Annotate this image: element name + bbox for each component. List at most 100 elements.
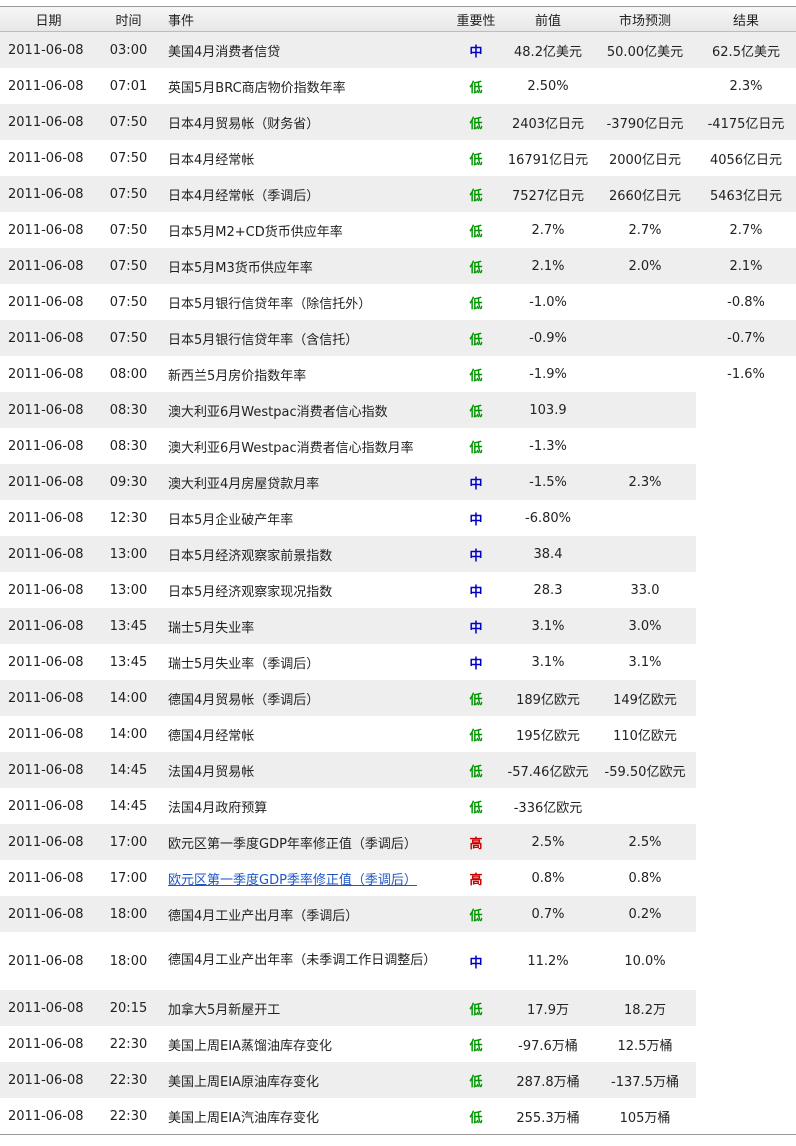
cell-date: 2011-06-08 [0, 1062, 97, 1098]
cell-date: 2011-06-08 [0, 140, 97, 176]
cell-previous: 2.1% [502, 248, 594, 284]
cell-time: 13:45 [97, 644, 160, 680]
cell-event: 日本4月经常帐 [160, 140, 450, 176]
cell-forecast [594, 68, 696, 104]
cell-date: 2011-06-08 [0, 68, 97, 104]
cell-forecast: 0.2% [594, 896, 696, 932]
cell-result [696, 788, 796, 824]
cell-time: 12:30 [97, 500, 160, 536]
cell-forecast: 2000亿日元 [594, 140, 696, 176]
cell-date: 2011-06-08 [0, 752, 97, 788]
cell-previous: 2.5% [502, 824, 594, 860]
cell-importance: 中 [450, 500, 502, 536]
cell-previous: 28.3 [502, 572, 594, 608]
cell-event: 德国4月工业产出年率（未季调工作日调整后） [160, 932, 450, 990]
cell-forecast [594, 788, 696, 824]
cell-date: 2011-06-08 [0, 31, 97, 68]
cell-event: 日本5月经济观察家现况指数 [160, 572, 450, 608]
cell-importance: 高 [450, 860, 502, 896]
cell-result: 4056亿日元 [696, 140, 796, 176]
table-row: 2011-06-08 03:00 美国4月消费者信贷中 48.2亿美元 50.00亿美元… [0, 31, 796, 68]
cell-event: 法国4月政府预算 [160, 788, 450, 824]
cell-time: 07:50 [97, 248, 160, 284]
cell-time: 07:50 [97, 320, 160, 356]
cell-date: 2011-06-08 [0, 392, 97, 428]
cell-previous: -6.80% [502, 500, 594, 536]
cell-event: 日本5月M2+CD货币供应年率 [160, 212, 450, 248]
cell-previous: -57.46亿欧元 [502, 752, 594, 788]
cell-previous: 11.2% [502, 932, 594, 990]
table-row: 2011-06-08 22:30 美国上周EIA蒸馏油库存变化低 -97.6万桶 12.… [0, 1026, 796, 1062]
cell-time: 22:30 [97, 1062, 160, 1098]
cell-date: 2011-06-08 [0, 932, 97, 990]
cell-previous: 255.3万桶 [502, 1098, 594, 1134]
cell-result: -0.8% [696, 284, 796, 320]
table-body: 2011-06-08 03:00 美国4月消费者信贷中 48.2亿美元 50.00亿美元… [0, 31, 796, 1134]
cell-forecast: 2660亿日元 [594, 176, 696, 212]
cell-time: 18:00 [97, 932, 160, 990]
cell-previous: -1.3% [502, 428, 594, 464]
table-row: 2011-06-08 07:50 日本5月银行信贷年率（含信托）低 -0.9% -0.7… [0, 320, 796, 356]
cell-time: 14:45 [97, 752, 160, 788]
cell-time: 07:50 [97, 212, 160, 248]
cell-result: 2.3% [696, 68, 796, 104]
cell-event: 新西兰5月房价指数年率 [160, 356, 450, 392]
table-row: 2011-06-08 07:50 日本4月经常帐（季调后）低 7527亿日元 2660亿… [0, 176, 796, 212]
table-row: 2011-06-08 14:00 德国4月经常帐低 195亿欧元 110亿欧元 [0, 716, 796, 752]
cell-event: 美国上周EIA蒸馏油库存变化 [160, 1026, 450, 1062]
table-row: 2011-06-08 07:50 日本4月贸易帐（财务省）低 2403亿日元 -3790… [0, 104, 796, 140]
cell-importance: 低 [450, 1098, 502, 1134]
cell-event: 德国4月经常帐 [160, 716, 450, 752]
cell-event: 美国上周EIA汽油库存变化 [160, 1098, 450, 1134]
cell-result [696, 1062, 796, 1098]
cell-previous: 48.2亿美元 [502, 31, 594, 68]
cell-forecast: -3790亿日元 [594, 104, 696, 140]
event-link[interactable]: 欧元区第一季度GDP季率修正值（季调后） [168, 873, 417, 888]
table-row: 2011-06-08 14:45 法国4月贸易帐低 -57.46亿欧元 -59.50亿欧… [0, 752, 796, 788]
cell-time: 14:00 [97, 680, 160, 716]
cell-date: 2011-06-08 [0, 788, 97, 824]
cell-date: 2011-06-08 [0, 212, 97, 248]
cell-importance: 低 [450, 248, 502, 284]
cell-event: 美国上周EIA原油库存变化 [160, 1062, 450, 1098]
cell-result [696, 608, 796, 644]
cell-previous: 0.8% [502, 860, 594, 896]
cell-previous: 16791亿日元 [502, 140, 594, 176]
cell-event: 日本5月经济观察家前景指数 [160, 536, 450, 572]
cell-importance: 低 [450, 104, 502, 140]
cell-time: 07:50 [97, 104, 160, 140]
cell-forecast [594, 284, 696, 320]
cell-previous: 195亿欧元 [502, 716, 594, 752]
calendar-container: 日期 时间 事件 重要性 前值 市场预测 结果 2011-06-08 03:00 美… [0, 0, 796, 1135]
cell-previous: 7527亿日元 [502, 176, 594, 212]
cell-date: 2011-06-08 [0, 824, 97, 860]
cell-previous: 3.1% [502, 608, 594, 644]
cell-forecast: 149亿欧元 [594, 680, 696, 716]
cell-result [696, 1026, 796, 1062]
cell-time: 08:30 [97, 392, 160, 428]
table-row: 2011-06-08 13:00 日本5月经济观察家现况指数中 28.3 33.0 [0, 572, 796, 608]
cell-time: 07:50 [97, 140, 160, 176]
cell-importance: 低 [450, 752, 502, 788]
header-importance: 重要性 [450, 6, 502, 32]
table-row: 2011-06-08 13:45 瑞士5月失业率（季调后）中 3.1% 3.1% [0, 644, 796, 680]
cell-importance: 低 [450, 176, 502, 212]
cell-time: 07:50 [97, 176, 160, 212]
cell-previous: -0.9% [502, 320, 594, 356]
table-row: 2011-06-08 22:30 美国上周EIA原油库存变化低 287.8万桶 -137… [0, 1062, 796, 1098]
cell-forecast [594, 500, 696, 536]
cell-result: -0.7% [696, 320, 796, 356]
cell-importance: 高 [450, 824, 502, 860]
cell-event: 澳大利亚6月Westpac消费者信心指数 [160, 392, 450, 428]
cell-result: 2.7% [696, 212, 796, 248]
cell-time: 17:00 [97, 860, 160, 896]
cell-event: 英国5月BRC商店物价指数年率 [160, 68, 450, 104]
cell-importance: 低 [450, 356, 502, 392]
cell-forecast: 2.5% [594, 824, 696, 860]
cell-result [696, 500, 796, 536]
cell-time: 07:01 [97, 68, 160, 104]
cell-previous: -336亿欧元 [502, 788, 594, 824]
cell-previous: 103.9 [502, 392, 594, 428]
cell-previous: 2.7% [502, 212, 594, 248]
cell-forecast [594, 356, 696, 392]
